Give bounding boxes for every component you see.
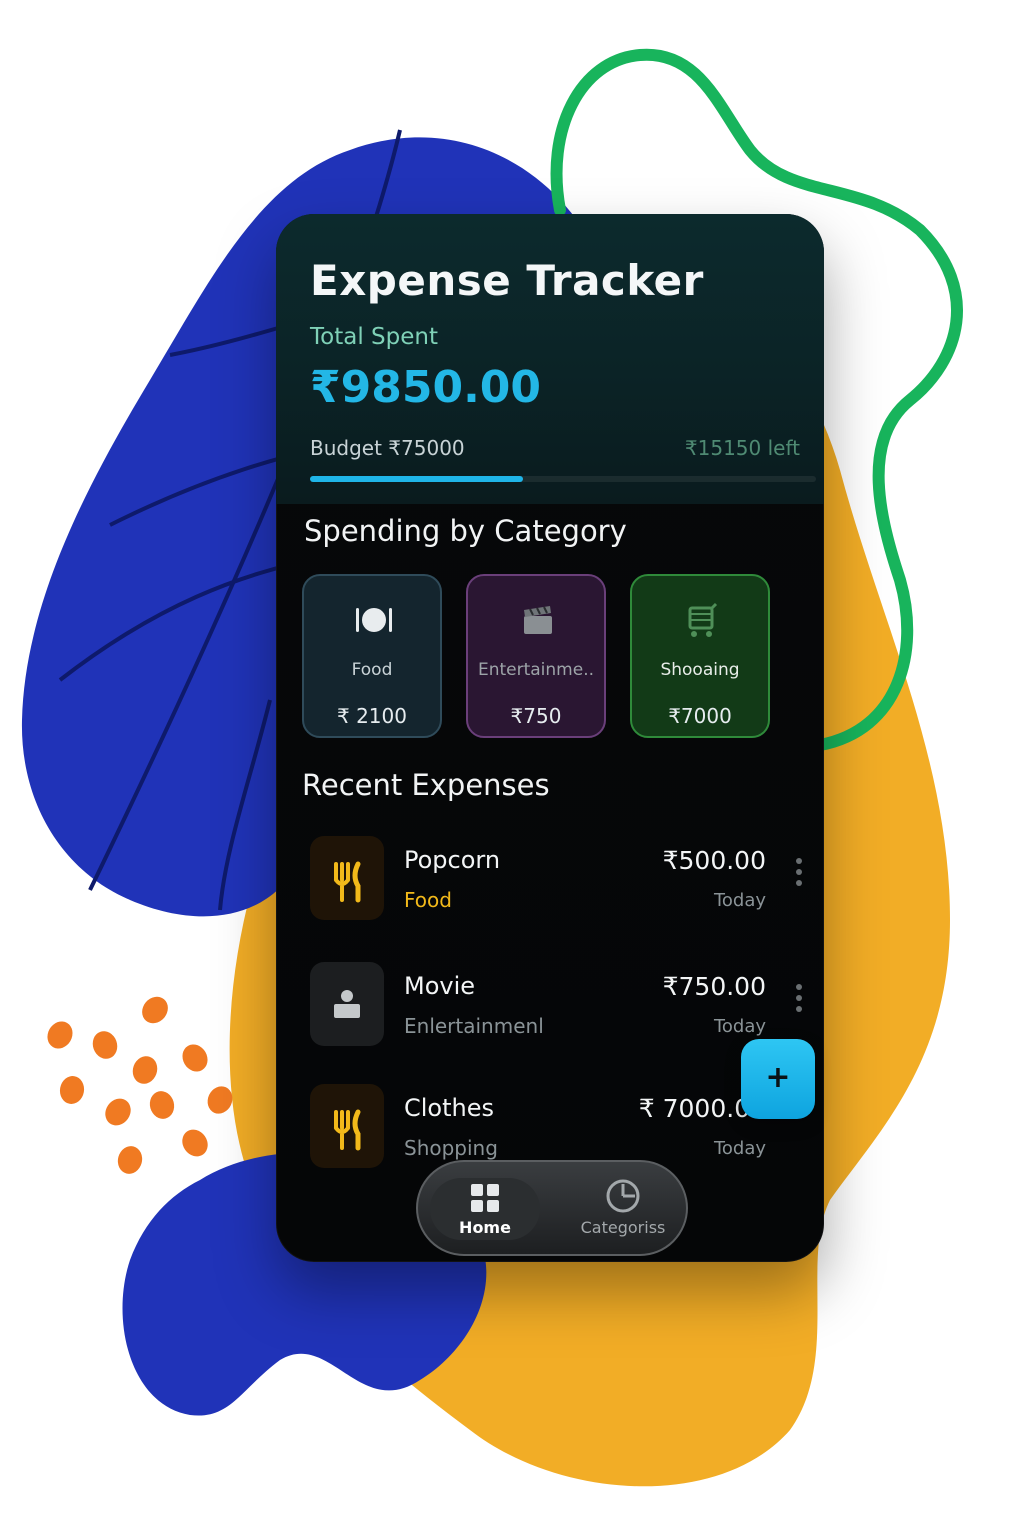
budget-progress-fill: [310, 476, 523, 482]
expense-name: Clothes: [404, 1094, 494, 1122]
tab-home-label: Home: [459, 1218, 511, 1237]
category-card-entertainment[interactable]: Entertainme.. ₹750: [466, 574, 606, 738]
expense-category: Food: [404, 888, 452, 912]
ticket-icon: [310, 962, 384, 1046]
expense-date: Today: [713, 1138, 766, 1159]
app-title: Expense Tracker: [310, 256, 704, 305]
expense-name: Movie: [404, 972, 476, 1000]
expense-name: Popcorn: [404, 846, 501, 874]
expense-date: Today: [713, 1016, 766, 1037]
summary-header: Expense Tracker Total Spent ₹9850.00 Bud…: [276, 214, 824, 504]
category-name: Shooaing: [660, 660, 740, 680]
pie-chart-icon: [606, 1179, 640, 1213]
tab-home[interactable]: Home: [430, 1178, 540, 1240]
category-card-food[interactable]: Food ₹ 2100: [302, 574, 442, 738]
expense-date: Today: [713, 890, 766, 911]
more-options-icon[interactable]: [794, 984, 804, 1018]
expense-amount: ₹750.00: [662, 972, 766, 1001]
category-section-title: Spending by Category: [304, 514, 627, 548]
bottom-tab-bar: Home Categoriss: [416, 1160, 688, 1256]
expense-row[interactable]: Clothes Shopping ₹ 7000.00 Today: [304, 1080, 784, 1172]
add-expense-button[interactable]: +: [741, 1039, 815, 1119]
expense-row[interactable]: Movie Enlertainmenl ₹750.00 Today: [304, 958, 802, 1050]
category-card-shopping[interactable]: Shooaing ₹7000: [630, 574, 770, 738]
expense-amount: ₹500.00: [662, 846, 766, 875]
fork-knife-icon: [310, 836, 384, 920]
expense-category: Enlertainmenl: [404, 1014, 544, 1038]
recent-section-title: Recent Expenses: [302, 768, 550, 802]
orange-dots: [47, 996, 233, 1174]
category-amount: ₹750: [510, 704, 562, 728]
grid-icon: [471, 1184, 499, 1212]
fork-knife-icon: [310, 1084, 384, 1168]
category-name: Entertainme..: [477, 660, 595, 680]
expense-category: Shopping: [404, 1136, 498, 1160]
budget-label: Budget ₹75000: [310, 436, 465, 460]
category-name: Food: [351, 660, 393, 680]
tab-categories-label: Categoriss: [580, 1218, 666, 1237]
expense-row[interactable]: Popcorn Food ₹500.00 Today: [304, 832, 802, 924]
cart-icon: [688, 602, 718, 637]
category-amount: ₹ 2100: [337, 704, 407, 728]
tab-categories[interactable]: Categoriss: [558, 1178, 688, 1240]
plate-icon: [356, 608, 392, 632]
category-amount: ₹7000: [668, 704, 732, 728]
clapperboard-icon: [524, 606, 552, 634]
more-options-icon[interactable]: [794, 858, 804, 892]
total-spent-label: Total Spent: [310, 324, 438, 350]
budget-left-label: ₹15150 left: [684, 436, 800, 460]
total-spent-value: ₹9850.00: [310, 362, 542, 413]
budget-progress-bar: [310, 476, 816, 482]
